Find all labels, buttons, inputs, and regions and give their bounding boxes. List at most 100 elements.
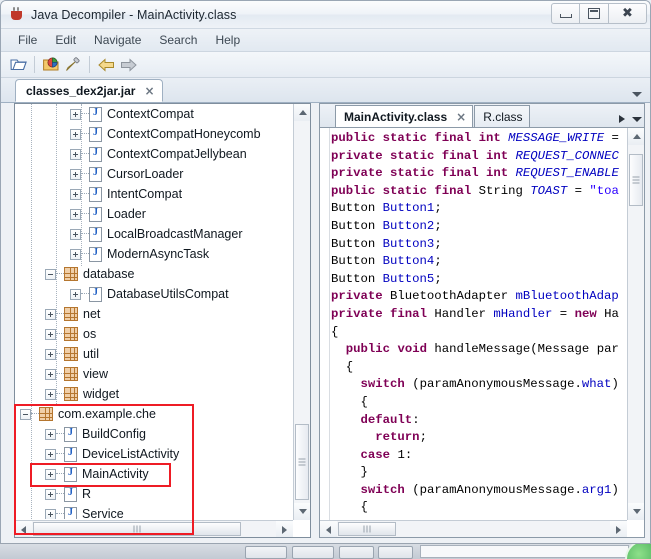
- expand-icon[interactable]: [70, 148, 81, 160]
- code-scroll-down-button[interactable]: [628, 503, 644, 520]
- tree-vertical-scrollbar[interactable]: [293, 104, 310, 520]
- tree-hscroll-thumb[interactable]: [33, 522, 241, 536]
- expand-icon[interactable]: [45, 308, 56, 320]
- code-content: public static final int MESSAGE_WRITE = …: [331, 130, 627, 520]
- code-editor[interactable]: public static final int MESSAGE_WRITE = …: [319, 127, 645, 538]
- tree-item-util[interactable]: util: [15, 344, 293, 364]
- code-tabs-prev-button[interactable]: [320, 105, 335, 127]
- tree-scroll-left-button[interactable]: [15, 521, 32, 537]
- back-button[interactable]: [95, 54, 117, 76]
- tree-item-contextcompat[interactable]: ContextCompat: [15, 104, 293, 124]
- jar-tab-close-icon[interactable]: ×: [144, 85, 154, 97]
- taskbar-button-1[interactable]: [245, 546, 287, 559]
- tree-item-os[interactable]: os: [15, 324, 293, 344]
- expand-icon[interactable]: [70, 168, 81, 180]
- tree-item-database[interactable]: database: [15, 264, 293, 284]
- forward-button[interactable]: [117, 54, 139, 76]
- expand-icon[interactable]: [70, 288, 81, 300]
- expand-icon[interactable]: [70, 228, 81, 240]
- jar-tab-classes-dex2jar[interactable]: classes_dex2jar.jar ×: [15, 79, 163, 102]
- code-line: Button Button1;: [331, 201, 442, 216]
- code-hscroll-thumb[interactable]: [338, 522, 396, 536]
- tree-item-buildconfig[interactable]: BuildConfig: [15, 424, 293, 444]
- expand-icon[interactable]: [70, 208, 81, 220]
- tree-item-cursorloader[interactable]: CursorLoader: [15, 164, 293, 184]
- code-scroll-up-button[interactable]: [628, 128, 644, 145]
- code-tab-r[interactable]: R.class: [474, 105, 530, 127]
- jar-tabs-chevron-down-icon[interactable]: [632, 92, 642, 97]
- close-button[interactable]: ✖: [609, 3, 647, 24]
- tree-item-mainactivity[interactable]: MainActivity: [15, 464, 293, 484]
- tree-item-contextcompatjellybean[interactable]: ContextCompatJellybean: [15, 144, 293, 164]
- code-vertical-scrollbar[interactable]: [627, 128, 644, 520]
- expand-icon[interactable]: [45, 328, 56, 340]
- tree-item-net[interactable]: net: [15, 304, 293, 324]
- tree-item-localbroadcastmanager[interactable]: LocalBroadcastManager: [15, 224, 293, 244]
- java-class-icon: [64, 486, 77, 502]
- code-line: default:: [360, 412, 420, 427]
- maximize-button[interactable]: [580, 3, 609, 24]
- tree-item-widget[interactable]: widget: [15, 384, 293, 404]
- code-tab-close-icon[interactable]: ×: [456, 111, 466, 123]
- code-scroll-thumb[interactable]: [629, 154, 643, 206]
- tree-item-r[interactable]: R: [15, 484, 293, 504]
- tree-item-loader[interactable]: Loader: [15, 204, 293, 224]
- taskbar-field[interactable]: [420, 545, 629, 558]
- minimize-button[interactable]: [551, 3, 580, 24]
- tree-item-modernasynctask[interactable]: ModernAsyncTask: [15, 244, 293, 264]
- tree-scroll-right-button[interactable]: [276, 521, 293, 537]
- open-file-button[interactable]: [7, 54, 29, 76]
- menu-navigate[interactable]: Navigate: [85, 31, 150, 49]
- tree-item-databaseutilscompat[interactable]: DatabaseUtilsCompat: [15, 284, 293, 304]
- menu-help[interactable]: Help: [206, 31, 249, 49]
- tree-item-devicelistactivity[interactable]: DeviceListActivity: [15, 444, 293, 464]
- tree-scroll-up-button[interactable]: [294, 104, 310, 121]
- expand-icon[interactable]: [45, 488, 56, 500]
- taskbar-button-4[interactable]: [378, 546, 413, 559]
- tree-item-service[interactable]: Service: [15, 504, 293, 519]
- expand-icon[interactable]: [70, 188, 81, 200]
- expand-icon[interactable]: [70, 248, 81, 260]
- taskbar-button-3[interactable]: [339, 546, 374, 559]
- jar-tab-strip: classes_dex2jar.jar ×: [1, 78, 650, 103]
- tree-horizontal-scrollbar[interactable]: [15, 520, 293, 537]
- expand-icon[interactable]: [45, 448, 56, 460]
- tree-item-label: view: [83, 367, 109, 381]
- tree-item-contextcompathoneycomb[interactable]: ContextCompatHoneycomb: [15, 124, 293, 144]
- tree-item-intentcompat[interactable]: IntentCompat: [15, 184, 293, 204]
- chevron-down-icon[interactable]: [632, 116, 642, 122]
- collapse-icon[interactable]: [20, 408, 31, 420]
- right-arrow-icon[interactable]: [619, 115, 625, 123]
- tree-scroll-thumb[interactable]: [295, 424, 309, 500]
- tree-item-label: DeviceListActivity: [82, 447, 180, 461]
- expand-icon[interactable]: [70, 108, 81, 120]
- search-icon: [66, 57, 80, 71]
- expand-icon[interactable]: [45, 508, 56, 519]
- search-button[interactable]: [62, 54, 84, 76]
- collapse-icon[interactable]: [45, 268, 56, 280]
- expand-icon[interactable]: [45, 468, 56, 480]
- java-decompiler-window: Java Decompiler - MainActivity.class ✖ F…: [0, 0, 651, 545]
- tree-item-view[interactable]: view: [15, 364, 293, 384]
- code-scroll-right-button[interactable]: [610, 521, 627, 537]
- code-tab-mainactivity[interactable]: MainActivity.class ×: [335, 105, 474, 127]
- expand-icon[interactable]: [45, 388, 56, 400]
- open-type-button[interactable]: [40, 54, 62, 76]
- expand-icon[interactable]: [70, 128, 81, 140]
- menu-file[interactable]: File: [9, 31, 46, 49]
- class-tree[interactable]: ContextCompat ContextCompatHoneycomb Conte…: [15, 104, 293, 519]
- code-scroll-left-button[interactable]: [320, 521, 337, 537]
- expand-icon[interactable]: [45, 348, 56, 360]
- expand-icon[interactable]: [45, 428, 56, 440]
- code-line: private static final int REQUEST_CONNEC: [331, 148, 619, 163]
- arrow-up-icon: [632, 134, 641, 139]
- menu-edit[interactable]: Edit: [46, 31, 85, 49]
- taskbar-button-2[interactable]: [292, 546, 334, 559]
- tree-scroll-down-button[interactable]: [294, 503, 310, 520]
- tree-item-com-example-che[interactable]: com.example.che: [15, 404, 293, 424]
- expand-icon[interactable]: [45, 368, 56, 380]
- code-horizontal-scrollbar[interactable]: [320, 520, 627, 537]
- code-line: Button Button5;: [331, 271, 442, 286]
- menu-search[interactable]: Search: [150, 31, 206, 49]
- tree-item-label: LocalBroadcastManager: [107, 227, 243, 241]
